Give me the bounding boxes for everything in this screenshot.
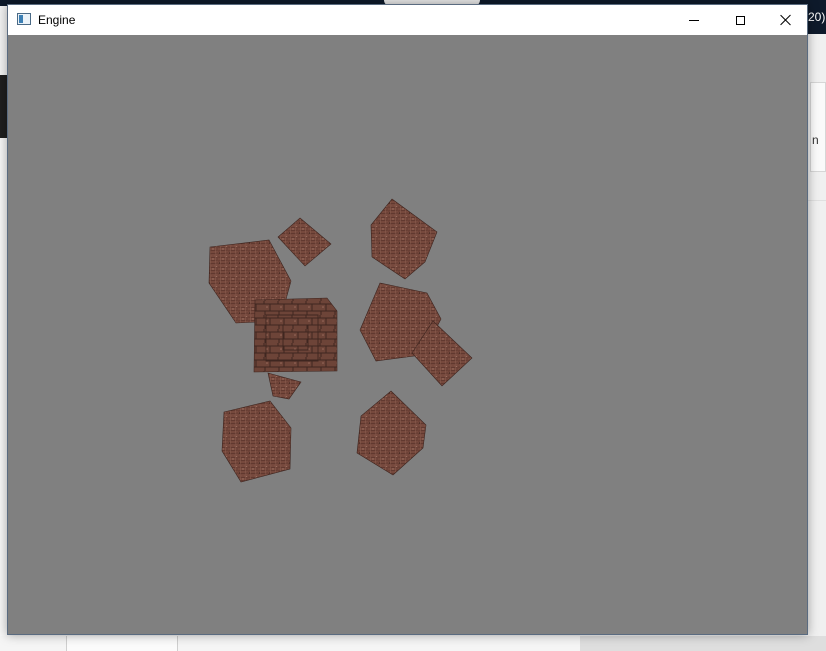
scene-canvas <box>208 198 473 483</box>
title-bar[interactable]: Engine <box>8 5 807 35</box>
background-window-bottom-dark <box>580 636 826 651</box>
close-button[interactable] <box>763 5 809 35</box>
background-window-bottom-tab <box>66 636 178 651</box>
background-window-right-text: 20) <box>808 10 826 24</box>
background-window-right-letter: n <box>812 133 819 147</box>
close-icon <box>780 14 792 26</box>
cube <box>277 217 332 267</box>
render-viewport[interactable] <box>8 35 807 634</box>
minimize-icon <box>689 19 699 21</box>
background-window-right-box <box>810 82 826 172</box>
background-window-divider <box>808 200 826 201</box>
app-window-icon[interactable] <box>17 13 31 25</box>
maximize-button[interactable] <box>717 5 763 35</box>
cube <box>370 198 438 280</box>
maximize-icon <box>735 15 745 25</box>
minimize-button[interactable] <box>671 5 717 35</box>
cube <box>221 400 292 483</box>
window-title: Engine <box>38 13 76 27</box>
engine-window[interactable]: Engine <box>7 4 808 635</box>
cube <box>356 390 427 476</box>
cube <box>267 372 302 400</box>
